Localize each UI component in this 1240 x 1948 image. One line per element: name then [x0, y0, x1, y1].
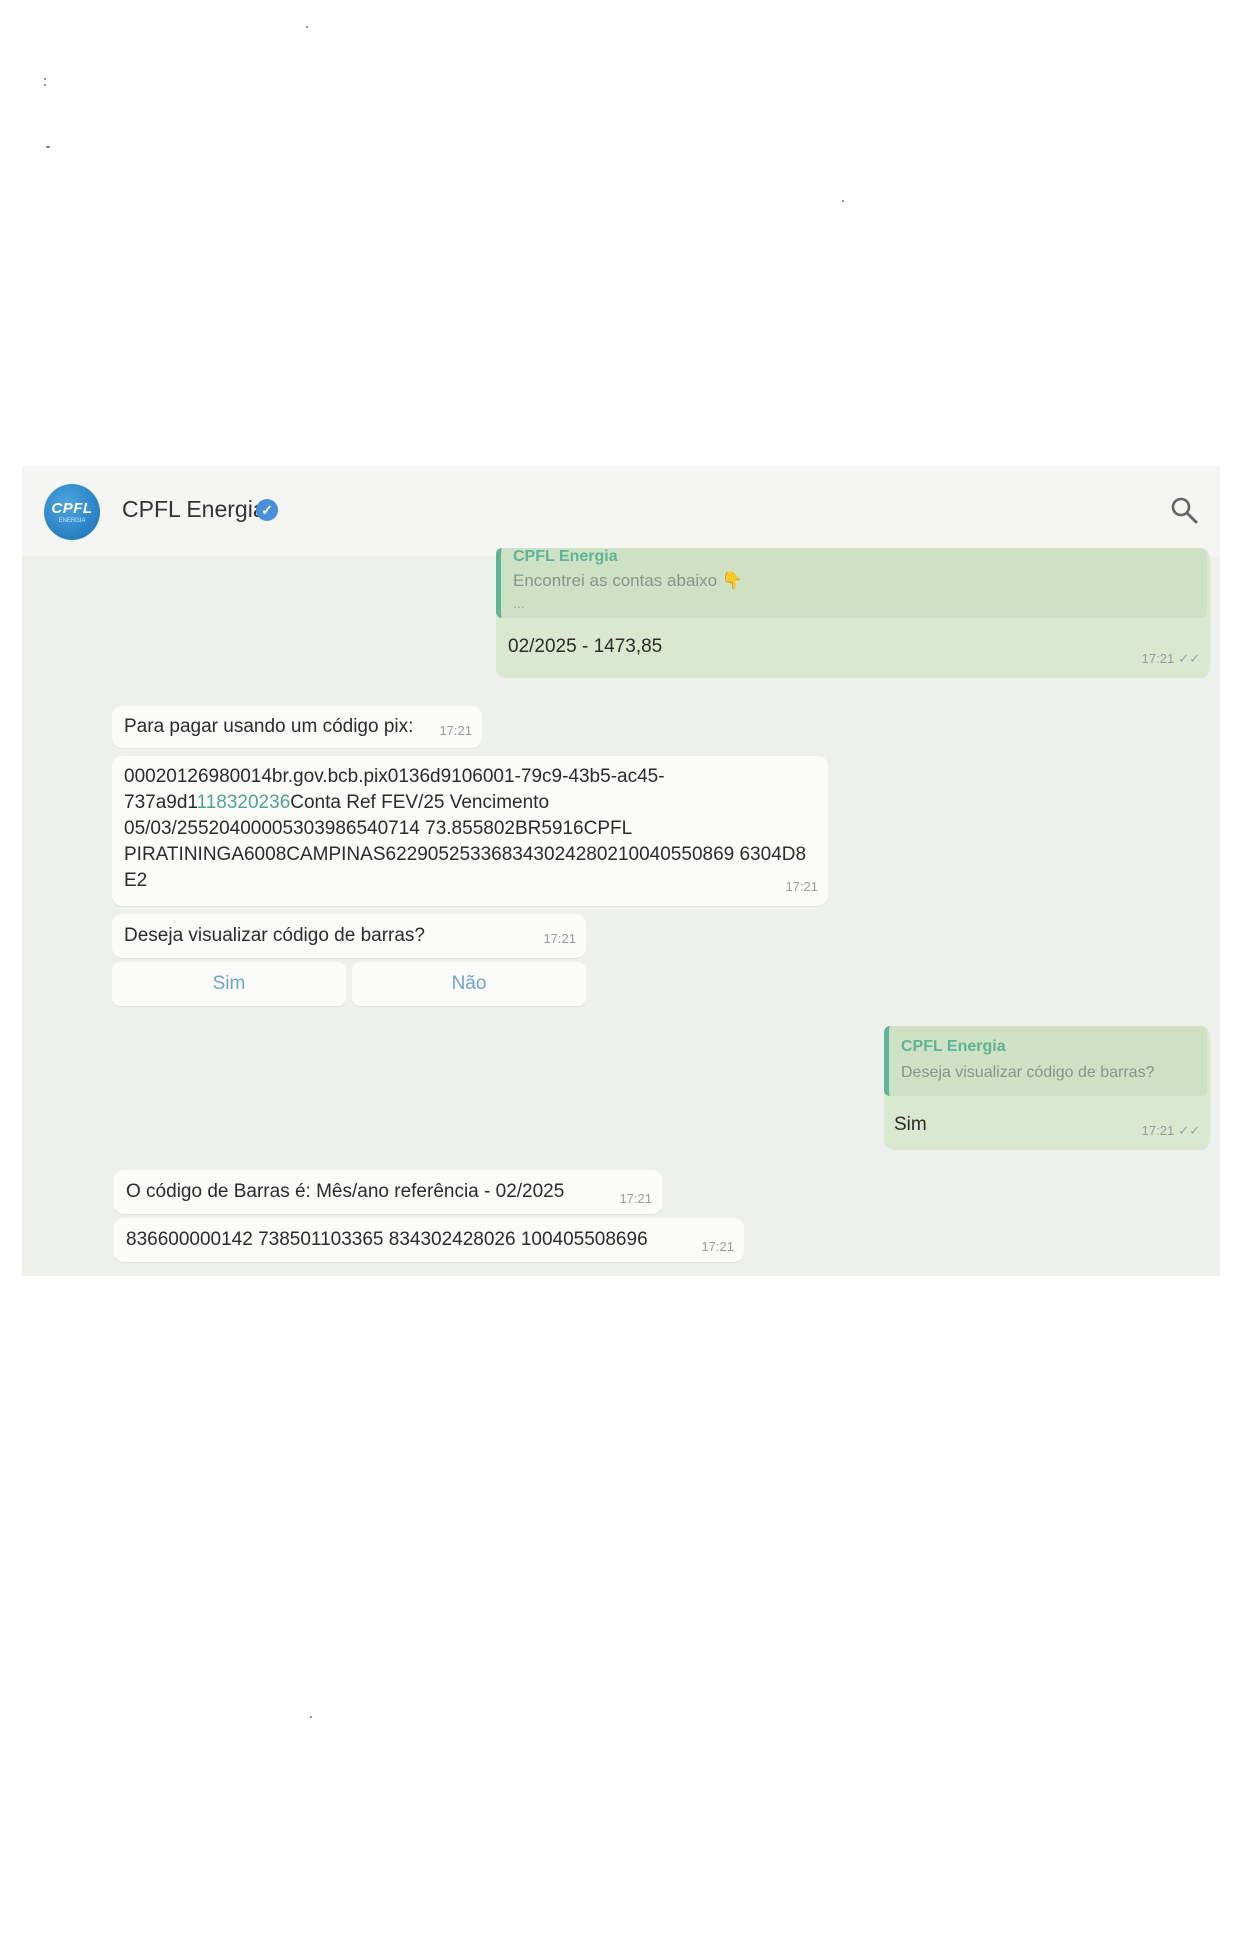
quoted-message[interactable]: CPFL Energia Deseja visualizar código de… [884, 1026, 1207, 1096]
quoted-message[interactable]: CPFL Energia Encontrei as contas abaixo … [496, 548, 1207, 618]
barcode-text: 836600000142 738501103365 834302428026 1… [126, 1229, 648, 1250]
incoming-message[interactable]: Para pagar usando um código pix: 17:21 [112, 706, 482, 748]
outgoing-message[interactable]: CPFL Energia Deseja visualizar código de… [884, 1026, 1210, 1150]
search-icon[interactable] [1170, 496, 1198, 524]
message-text: Sim [894, 1114, 927, 1135]
scan-speck [310, 1716, 312, 1718]
message-time: 17:21 [439, 723, 472, 738]
message-time: 17:21 [543, 931, 576, 946]
message-time: 17:21 [785, 879, 818, 894]
pix-line: 00020126980014br.gov.bcb.pix0136d9106001… [124, 766, 665, 787]
quote-author: CPFL Energia [513, 548, 618, 565]
pix-code-text: 00020126980014br.gov.bcb.pix0136d9106001… [124, 764, 814, 894]
message-time: 17:21 [619, 1191, 652, 1206]
avatar[interactable]: CPFL ENERGIA [44, 484, 100, 540]
pix-fragment: Conta Ref FEV/25 Vencimento [290, 792, 550, 813]
message-time: 17:21 ✓✓ [1142, 646, 1200, 672]
pix-line: E2 [124, 870, 148, 891]
avatar-logo-text: CPFL [51, 500, 93, 517]
read-receipt-icon: ✓✓ [1178, 651, 1200, 666]
scan-speck [46, 146, 50, 148]
quote-text: Encontrei as contas abaixo 👇 [513, 571, 744, 590]
contact-name[interactable]: CPFL Energia [122, 496, 266, 523]
reply-button-no[interactable]: Não [352, 962, 586, 1006]
scan-speck [44, 84, 46, 86]
outgoing-message[interactable]: CPFL Energia Encontrei as contas abaixo … [496, 548, 1210, 678]
message-list: CPFL Energia Encontrei as contas abaixo … [22, 548, 1220, 1276]
avatar-logo-subtext: ENERGIA [58, 518, 86, 524]
incoming-message[interactable]: O código de Barras é: Mês/ano referência… [114, 1170, 662, 1214]
message-text: 02/2025 - 1473,85 [508, 636, 663, 657]
reply-button-yes[interactable]: Sim [112, 962, 346, 1006]
pix-line: 737a9d1118320236Conta Ref FEV/25 Vencime… [124, 790, 814, 816]
pix-line: PIRATININGA6008CAMPINAS62290525336834302… [124, 844, 807, 865]
chat-header: CPFL ENERGIA CPFL Energia ✓ [22, 466, 1220, 556]
chat-window: CPFL ENERGIA CPFL Energia ✓ CPFL Energia… [22, 466, 1220, 1276]
incoming-message[interactable]: Deseja visualizar código de barras? 17:2… [112, 914, 586, 958]
scan-speck [842, 200, 844, 202]
pix-fragment: 737a9d1 [124, 792, 197, 813]
pix-line: 05/03/25520400005303986540714 73.855802B… [124, 818, 633, 839]
message-text: Deseja visualizar código de barras? [124, 925, 425, 946]
quote-ellipsis: ... [513, 595, 525, 611]
quote-text: Deseja visualizar código de barras? [901, 1064, 1155, 1081]
scan-speck [44, 78, 46, 80]
read-receipt-icon: ✓✓ [1178, 1123, 1200, 1138]
message-time: 17:21 [701, 1239, 734, 1254]
pix-phone-link[interactable]: 118320236 [197, 792, 291, 813]
message-text: Para pagar usando um código pix: [124, 716, 414, 737]
time-text: 17:21 [1141, 651, 1175, 666]
incoming-message-pix-code[interactable]: 00020126980014br.gov.bcb.pix0136d9106001… [112, 756, 828, 906]
time-text: 17:21 [1141, 1123, 1175, 1138]
message-time: 17:21 ✓✓ [1142, 1118, 1200, 1144]
incoming-message-barcode[interactable]: 836600000142 738501103365 834302428026 1… [114, 1218, 744, 1262]
quote-author: CPFL Energia [901, 1038, 1006, 1055]
message-text: O código de Barras é: Mês/ano referência… [126, 1181, 565, 1202]
verified-badge-icon: ✓ [256, 499, 278, 521]
scan-speck [306, 26, 308, 28]
